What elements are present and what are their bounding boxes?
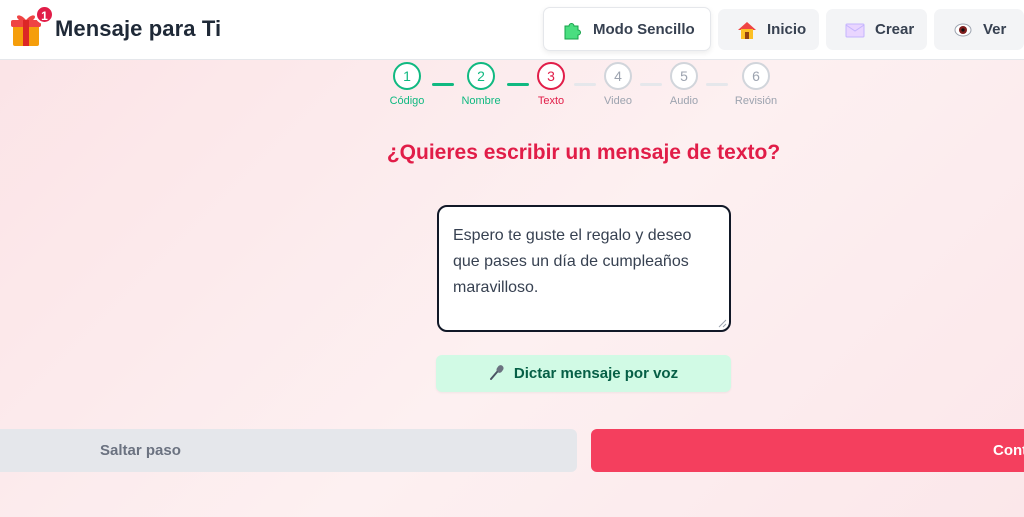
step-number: 2 bbox=[467, 62, 495, 90]
step-label: Revisión bbox=[734, 95, 778, 107]
eye-icon bbox=[952, 19, 974, 41]
skip-step-button[interactable]: Saltar paso bbox=[0, 429, 577, 472]
step-revision[interactable]: 6 Revisión bbox=[721, 62, 791, 107]
step-number: 5 bbox=[670, 62, 698, 90]
dictate-label: Dictar mensaje por voz bbox=[513, 365, 679, 382]
step-number: 1 bbox=[393, 62, 421, 90]
step-label: Audio bbox=[669, 95, 699, 107]
crear-button[interactable]: Crear bbox=[826, 9, 927, 50]
inicio-label: Inicio bbox=[767, 21, 807, 38]
modo-sencillo-button[interactable]: Modo Sencillo bbox=[543, 7, 711, 51]
dictate-voice-button[interactable]: Dictar mensaje por voz bbox=[436, 355, 731, 392]
inicio-button[interactable]: Inicio bbox=[718, 9, 819, 50]
resize-grip-icon[interactable] bbox=[717, 318, 727, 328]
step-label: Texto bbox=[537, 95, 565, 107]
ver-label: Ver bbox=[983, 21, 1007, 38]
crear-label: Crear bbox=[875, 21, 915, 38]
puzzle-icon bbox=[562, 18, 584, 40]
step-number: 3 bbox=[537, 62, 565, 90]
house-icon bbox=[736, 19, 758, 41]
message-textarea[interactable] bbox=[437, 205, 731, 332]
microphone-icon bbox=[489, 364, 505, 384]
notification-badge: 1 bbox=[35, 5, 54, 24]
step-label: Video bbox=[604, 95, 632, 107]
ver-button[interactable]: Ver bbox=[934, 9, 1024, 50]
step-nombre[interactable]: 2 Nombre bbox=[446, 62, 516, 107]
top-header: 1 Mensaje para Ti Modo Sencillo Inicio C… bbox=[0, 0, 1024, 60]
page-question: ¿Quieres escribir un mensaje de texto? bbox=[386, 141, 781, 164]
continue-button[interactable]: Continuar bbox=[591, 429, 1024, 472]
step-label: Código bbox=[389, 95, 425, 107]
step-number: 6 bbox=[742, 62, 770, 90]
app-title[interactable]: Mensaje para Ti bbox=[55, 16, 221, 42]
modo-sencillo-label: Modo Sencillo bbox=[593, 20, 695, 38]
step-label: Nombre bbox=[461, 95, 501, 107]
step-number: 4 bbox=[604, 62, 632, 90]
envelope-icon bbox=[844, 19, 866, 41]
